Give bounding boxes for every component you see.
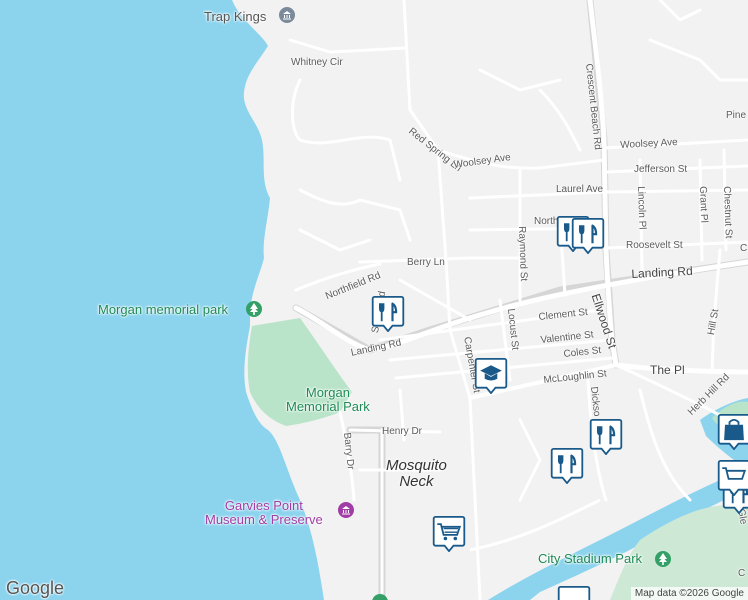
street-label-laurel-ave: Laurel Ave: [556, 184, 604, 195]
street-label-chestnut-st: Chestnut St: [721, 186, 734, 239]
street-label-the-pl: The Pl: [650, 363, 685, 377]
place-label-garvies-point[interactable]: Garvies Point Museum & Preserve: [205, 499, 323, 527]
park-tree-icon[interactable]: [246, 301, 262, 317]
street-label-pine: Pine: [726, 110, 747, 121]
grocery-cart-pin[interactable]: [431, 516, 467, 552]
street-label-henry-dr: Henry Dr: [382, 426, 423, 437]
street-label-lincoln-pl: Lincoln Pl: [635, 186, 648, 230]
place-label-morgan-memorial-park-pin[interactable]: Morgan memorial park: [98, 302, 228, 317]
restaurant-pin[interactable]: [370, 296, 406, 332]
place-label-morgan-memorial-park[interactable]: Morgan Memorial Park: [286, 386, 370, 414]
museum-icon[interactable]: [338, 502, 354, 518]
place-label-city-stadium-park[interactable]: City Stadium Park: [538, 551, 642, 566]
map-attribution[interactable]: Map data ©2026 Google: [630, 587, 748, 600]
street-label-roosevelt-st: Roosevelt St: [626, 240, 683, 251]
restaurant-pin[interactable]: [549, 448, 585, 484]
restaurant-pin[interactable]: [556, 586, 592, 600]
street-label-c-edge-south: C: [738, 568, 746, 579]
place-label-trap-kings[interactable]: Trap Kings: [204, 9, 266, 24]
area-label-mosquito-neck: Mosquito Neck: [386, 457, 447, 490]
map-canvas[interactable]: Whitney Cir Red Spring Ln Woolsey Ave Wo…: [0, 0, 748, 600]
restaurant-pin[interactable]: [570, 218, 606, 254]
park-tree-icon[interactable]: [655, 551, 671, 567]
shopping-bag-pin[interactable]: [716, 414, 748, 450]
street-label-berry-ln: Berry Ln: [407, 257, 445, 268]
school-pin[interactable]: [473, 358, 509, 394]
street-label-grant-pl: Grant Pl: [697, 186, 710, 224]
google-logo[interactable]: Google: [6, 578, 64, 599]
grocery-cart-pin[interactable]: [716, 460, 748, 496]
landmark-icon[interactable]: [279, 7, 295, 23]
street-label-raymond-st: Raymond St: [516, 226, 529, 282]
street-label-whitney-cir: Whitney Cir: [291, 57, 343, 68]
street-label-jefferson-st: Jefferson St: [634, 164, 688, 175]
street-label-c-edge: C: [740, 243, 748, 254]
restaurant-pin[interactable]: [588, 419, 624, 455]
